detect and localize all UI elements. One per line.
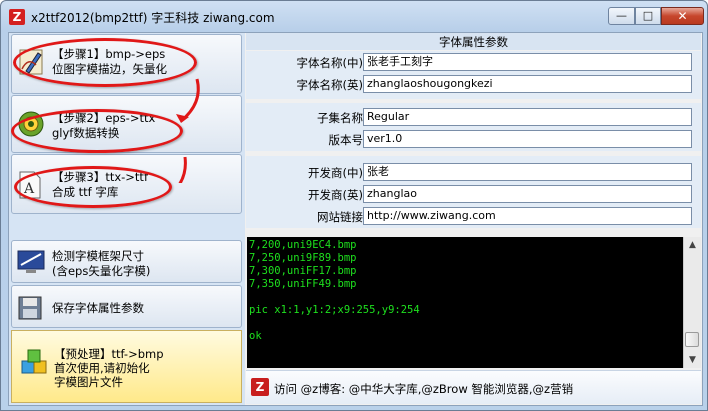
- properties-header: 字体属性参数: [246, 33, 701, 50]
- close-button[interactable]: ✕: [661, 7, 704, 25]
- scroll-down-icon[interactable]: ▼: [684, 352, 701, 368]
- floppy-disk-icon: [18, 296, 42, 320]
- preprocess-button[interactable]: 【预处理】ttf->bmp 首次使用,请初始化 字模图片文件: [11, 330, 242, 403]
- maximize-icon: □: [642, 9, 654, 22]
- left-panel: 【步骤1】bmp->eps 位图字模描边，矢量化 【步骤2】eps->ttx g…: [9, 33, 245, 405]
- properties-panel: 字体属性参数 字体名称(中) 张老手工刻字 字体名称(英) zhanglaosh…: [246, 33, 702, 405]
- console-line: 7,250,uni9F89.bmp: [249, 252, 357, 264]
- detect-frame-button[interactable]: 检测字模框架尺寸 (含eps矢量化字模): [11, 240, 242, 283]
- blocks-icon: [21, 349, 47, 374]
- console-line: pic x1:1,y1:2;x9:255,y9:254: [249, 304, 420, 316]
- step2-highlight: [11, 109, 183, 153]
- font-name-en-field[interactable]: zhanglaoshougongkezi: [363, 75, 692, 93]
- website-field[interactable]: http://www.ziwang.com: [363, 207, 692, 225]
- console-scrollbar[interactable]: ▲ ▼: [683, 237, 701, 368]
- subfamily-label: 子集名称: [317, 111, 363, 125]
- client-area: 【步骤1】bmp->eps 位图字模描边，矢量化 【步骤2】eps->ttx g…: [8, 32, 703, 406]
- minimize-icon: —: [616, 9, 627, 22]
- console-line: 7,350,uniFF49.bmp: [249, 278, 357, 290]
- title-bar[interactable]: Z x2ttf2012(bmp2ttf) 字王科技 ziwang.com — □…: [1, 1, 707, 33]
- log-console[interactable]: 7,200,uni9EC4.bmp 7,250,uni9F89.bmp 7,300,…: [247, 237, 683, 368]
- window-title: x2ttf2012(bmp2ttf) 字王科技 ziwang.com: [31, 11, 275, 25]
- footer-bar: Z 访问 @z博客: @中华大字库,@zBrow 智能浏览器,@z营销: [246, 370, 701, 404]
- maximize-button[interactable]: □: [635, 7, 661, 25]
- subfamily-field[interactable]: Regular: [363, 108, 692, 126]
- app-logo-icon: Z: [9, 9, 25, 25]
- font-name-cn-field[interactable]: 张老手工刻字: [363, 53, 692, 71]
- vendor-en-field[interactable]: zhanglao: [363, 185, 692, 203]
- version-label: 版本号: [328, 133, 364, 147]
- console-line: 7,200,uni9EC4.bmp: [249, 239, 357, 251]
- detect-frame-title: 检测字模框架尺寸: [52, 249, 144, 263]
- vendor-cn-field[interactable]: 张老: [363, 163, 692, 181]
- vendor-cn-label: 开发商(中): [308, 166, 363, 180]
- preprocess-desc2: 字模图片文件: [54, 375, 123, 389]
- console-line: ok: [249, 330, 262, 342]
- console-line: 7,300,uniFF17.bmp: [249, 265, 357, 277]
- close-icon: ✕: [677, 9, 688, 23]
- scroll-thumb[interactable]: [685, 332, 699, 347]
- monitor-icon: [17, 250, 45, 273]
- step3-highlight: [14, 166, 172, 208]
- flow-arrows: [176, 78, 200, 183]
- version-field[interactable]: ver1.0: [363, 130, 692, 148]
- save-params-button[interactable]: 保存字体属性参数: [11, 285, 242, 328]
- scroll-up-icon[interactable]: ▲: [684, 237, 701, 253]
- detect-frame-desc: (含eps矢量化字模): [52, 264, 151, 278]
- footer-links[interactable]: 访问 @z博客: @中华大字库,@zBrow 智能浏览器,@z营销: [274, 381, 573, 397]
- vendor-en-label: 开发商(英): [308, 188, 363, 202]
- save-params-label: 保存字体属性参数: [52, 301, 144, 315]
- zblog-logo-icon[interactable]: Z: [251, 378, 269, 396]
- minimize-button[interactable]: —: [608, 7, 635, 25]
- font-name-en-label: 字体名称(英): [296, 78, 363, 92]
- font-name-cn-label: 字体名称(中): [296, 56, 363, 70]
- app-window: Z x2ttf2012(bmp2ttf) 字王科技 ziwang.com — □…: [0, 0, 708, 411]
- website-label: 网站链接: [317, 210, 363, 224]
